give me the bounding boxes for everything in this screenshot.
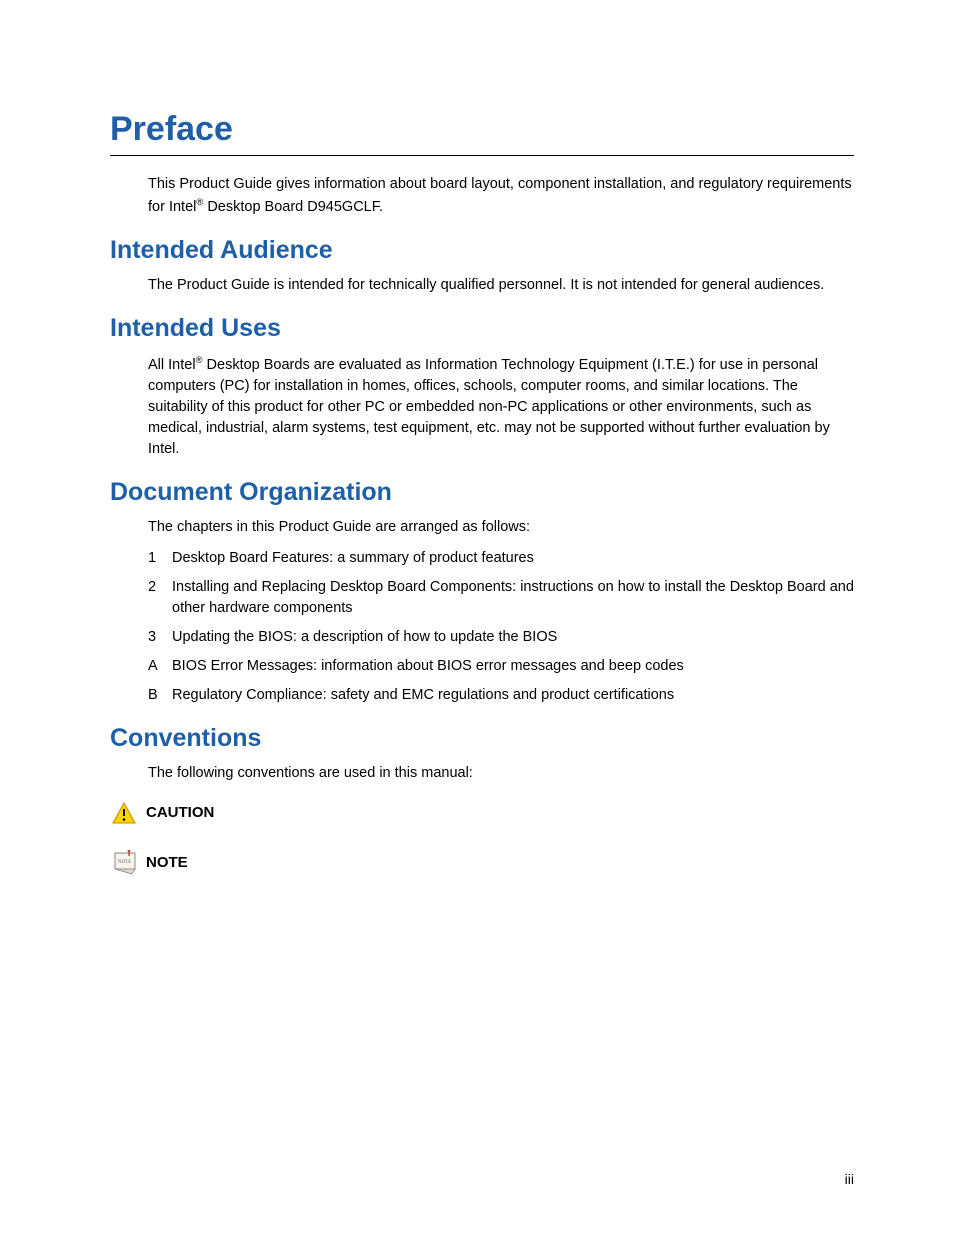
svg-text:NOTE: NOTE bbox=[118, 860, 131, 865]
list-marker: 3 bbox=[148, 627, 172, 648]
list-marker: A bbox=[148, 656, 172, 677]
intro-paragraph: This Product Guide gives information abo… bbox=[148, 174, 854, 218]
section-heading-conventions: Conventions bbox=[110, 724, 854, 753]
page-number: iii bbox=[845, 1171, 854, 1187]
caution-label: CAUTION bbox=[146, 804, 214, 821]
list-item: 2 Installing and Replacing Desktop Board… bbox=[148, 577, 854, 619]
list-text: Updating the BIOS: a description of how … bbox=[172, 627, 854, 648]
list-text: Desktop Board Features: a summary of pro… bbox=[172, 548, 854, 569]
list-item: 1 Desktop Board Features: a summary of p… bbox=[148, 548, 854, 569]
page-title: Preface bbox=[110, 110, 854, 156]
chapter-list: 1 Desktop Board Features: a summary of p… bbox=[148, 548, 854, 706]
list-marker: B bbox=[148, 685, 172, 706]
list-marker: 1 bbox=[148, 548, 172, 569]
section-heading-audience: Intended Audience bbox=[110, 236, 854, 265]
list-text: Installing and Replacing Desktop Board C… bbox=[172, 577, 854, 619]
conventions-intro: The following conventions are used in th… bbox=[148, 763, 854, 784]
organization-intro: The chapters in this Product Guide are a… bbox=[148, 517, 854, 538]
list-item: A BIOS Error Messages: information about… bbox=[148, 656, 854, 677]
list-item: 3 Updating the BIOS: a description of ho… bbox=[148, 627, 854, 648]
list-marker: 2 bbox=[148, 577, 172, 619]
section-heading-uses: Intended Uses bbox=[110, 314, 854, 343]
audience-body: The Product Guide is intended for techni… bbox=[148, 275, 854, 296]
convention-note: NOTE NOTE bbox=[112, 850, 854, 876]
convention-caution: CAUTION bbox=[112, 802, 854, 824]
document-page: Preface This Product Guide gives informa… bbox=[0, 0, 954, 876]
section-heading-organization: Document Organization bbox=[110, 478, 854, 507]
note-icon: NOTE bbox=[112, 850, 146, 876]
list-item: B Regulatory Compliance: safety and EMC … bbox=[148, 685, 854, 706]
caution-icon bbox=[112, 802, 146, 824]
note-label: NOTE bbox=[146, 854, 188, 871]
list-text: Regulatory Compliance: safety and EMC re… bbox=[172, 685, 854, 706]
list-text: BIOS Error Messages: information about B… bbox=[172, 656, 854, 677]
uses-body: All Intel® Desktop Boards are evaluated … bbox=[148, 353, 854, 460]
